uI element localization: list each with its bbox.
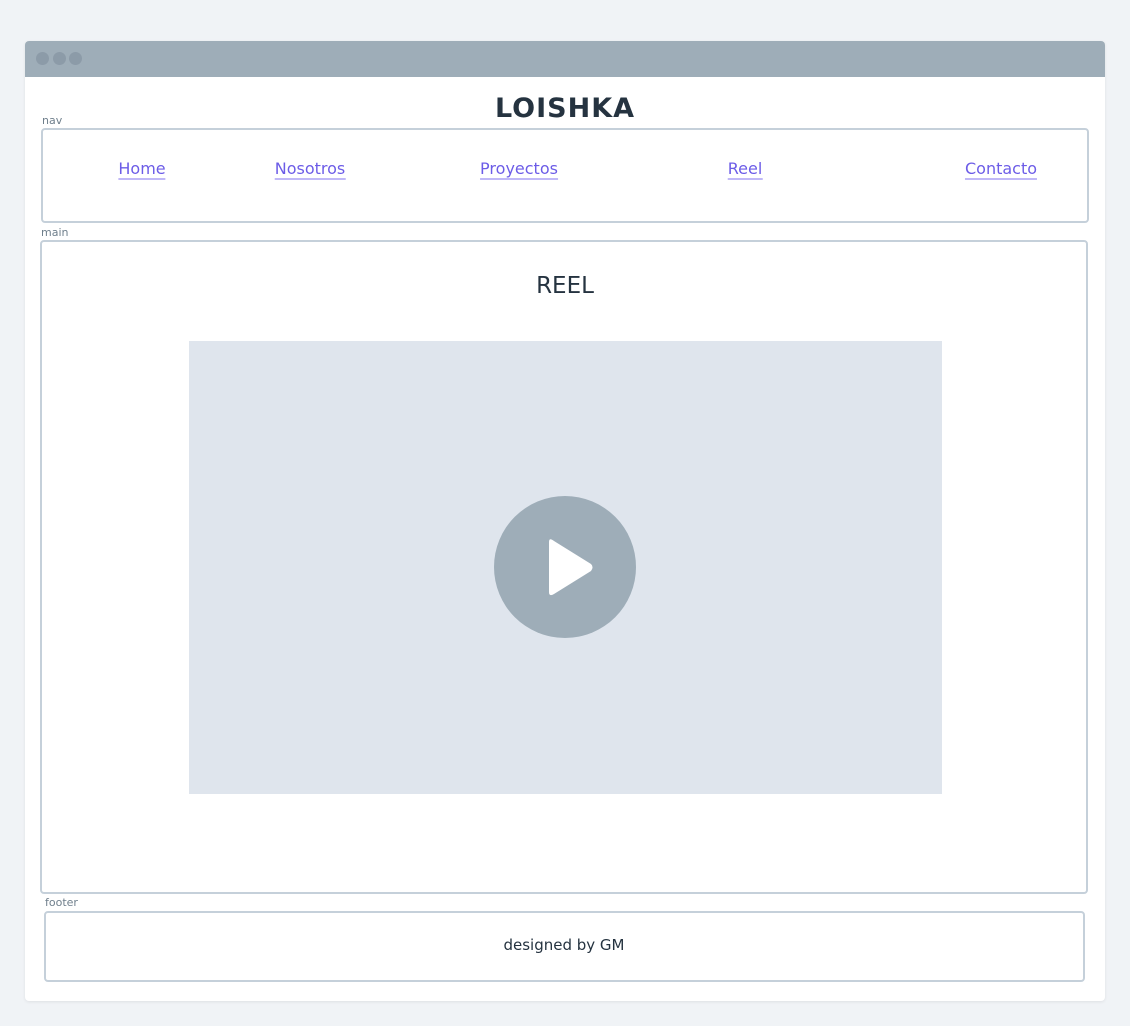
window-dot-maximize[interactable] bbox=[69, 52, 82, 65]
window-dot-close[interactable] bbox=[36, 52, 49, 65]
nav-link-proyectos[interactable]: Proyectos bbox=[480, 159, 558, 180]
nav-link-reel[interactable]: Reel bbox=[727, 159, 763, 180]
section-heading: REEL bbox=[536, 273, 594, 299]
nav-link-home[interactable]: Home bbox=[118, 159, 166, 180]
nav-link-contacto[interactable]: Contacto bbox=[964, 159, 1038, 180]
nav-link-nosotros[interactable]: Nosotros bbox=[274, 159, 346, 180]
footer-credit: designed by GM bbox=[503, 936, 625, 954]
nav bbox=[41, 128, 1089, 223]
video-player[interactable] bbox=[189, 341, 942, 794]
nav-label: nav bbox=[42, 114, 63, 127]
window-titlebar bbox=[25, 41, 1105, 77]
browser-window: LOISHKA nav Home Nosotros Proyectos Reel… bbox=[25, 41, 1105, 1001]
site-title: LOISHKA bbox=[494, 93, 636, 124]
footer-label: footer bbox=[45, 896, 78, 909]
play-button[interactable] bbox=[494, 496, 636, 638]
main-label: main bbox=[41, 226, 69, 239]
window-dot-minimize[interactable] bbox=[53, 52, 66, 65]
play-icon bbox=[549, 539, 593, 596]
